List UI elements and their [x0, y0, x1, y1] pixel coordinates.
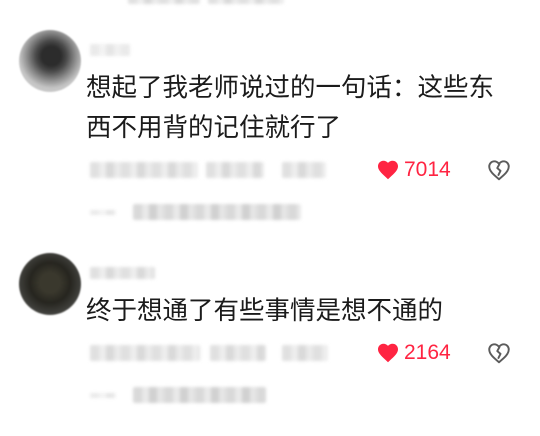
dislike-button[interactable]: [486, 157, 512, 183]
blurred-meta-info: [210, 345, 266, 361]
blurred-previous-reply: [208, 0, 284, 4]
comment-meta-row: 2164: [86, 339, 526, 367]
expand-replies-row[interactable]: [86, 385, 526, 405]
blurred-reply-label: [133, 204, 301, 220]
comment-text: 终于想通了有些事情是想不通的: [86, 296, 444, 326]
blurred-divider: [90, 210, 116, 215]
blurred-meta-info: [90, 345, 200, 361]
comment-text: 想起了我老师说过的一句话：这些东西不用背的记住就行了: [86, 73, 495, 143]
blurred-reply-label: [133, 387, 266, 403]
heart-icon: [378, 160, 398, 180]
avatar[interactable]: [19, 253, 81, 315]
blurred-meta-info: [90, 162, 198, 178]
like-button[interactable]: 2164: [376, 339, 451, 367]
comment-list: 想起了我老师说过的一句话：这些东西不用背的记住就行了 7014 终于想通了有些事…: [0, 0, 540, 436]
blurred-username[interactable]: [90, 44, 130, 56]
comment-body: 想起了我老师说过的一句话：这些东西不用背的记住就行了 7014: [86, 68, 526, 222]
comment-body: 终于想通了有些事情是想不通的 2164: [86, 291, 526, 405]
avatar[interactable]: [19, 30, 81, 92]
heart-icon: [378, 343, 398, 363]
dislike-button[interactable]: [486, 340, 512, 366]
comment-meta-row: 7014: [86, 156, 526, 184]
like-count: 7014: [404, 158, 451, 181]
blurred-meta-info: [206, 162, 264, 178]
broken-heart-icon: [488, 160, 510, 181]
like-count: 2164: [404, 341, 451, 364]
broken-heart-icon: [488, 343, 510, 364]
blurred-meta-info: [282, 345, 328, 361]
expand-replies-row[interactable]: [86, 202, 526, 222]
blurred-meta-info: [282, 162, 326, 178]
blurred-divider: [90, 393, 116, 398]
like-button[interactable]: 7014: [376, 156, 451, 184]
blurred-previous-reply: [128, 0, 200, 4]
blurred-username[interactable]: [90, 267, 155, 279]
